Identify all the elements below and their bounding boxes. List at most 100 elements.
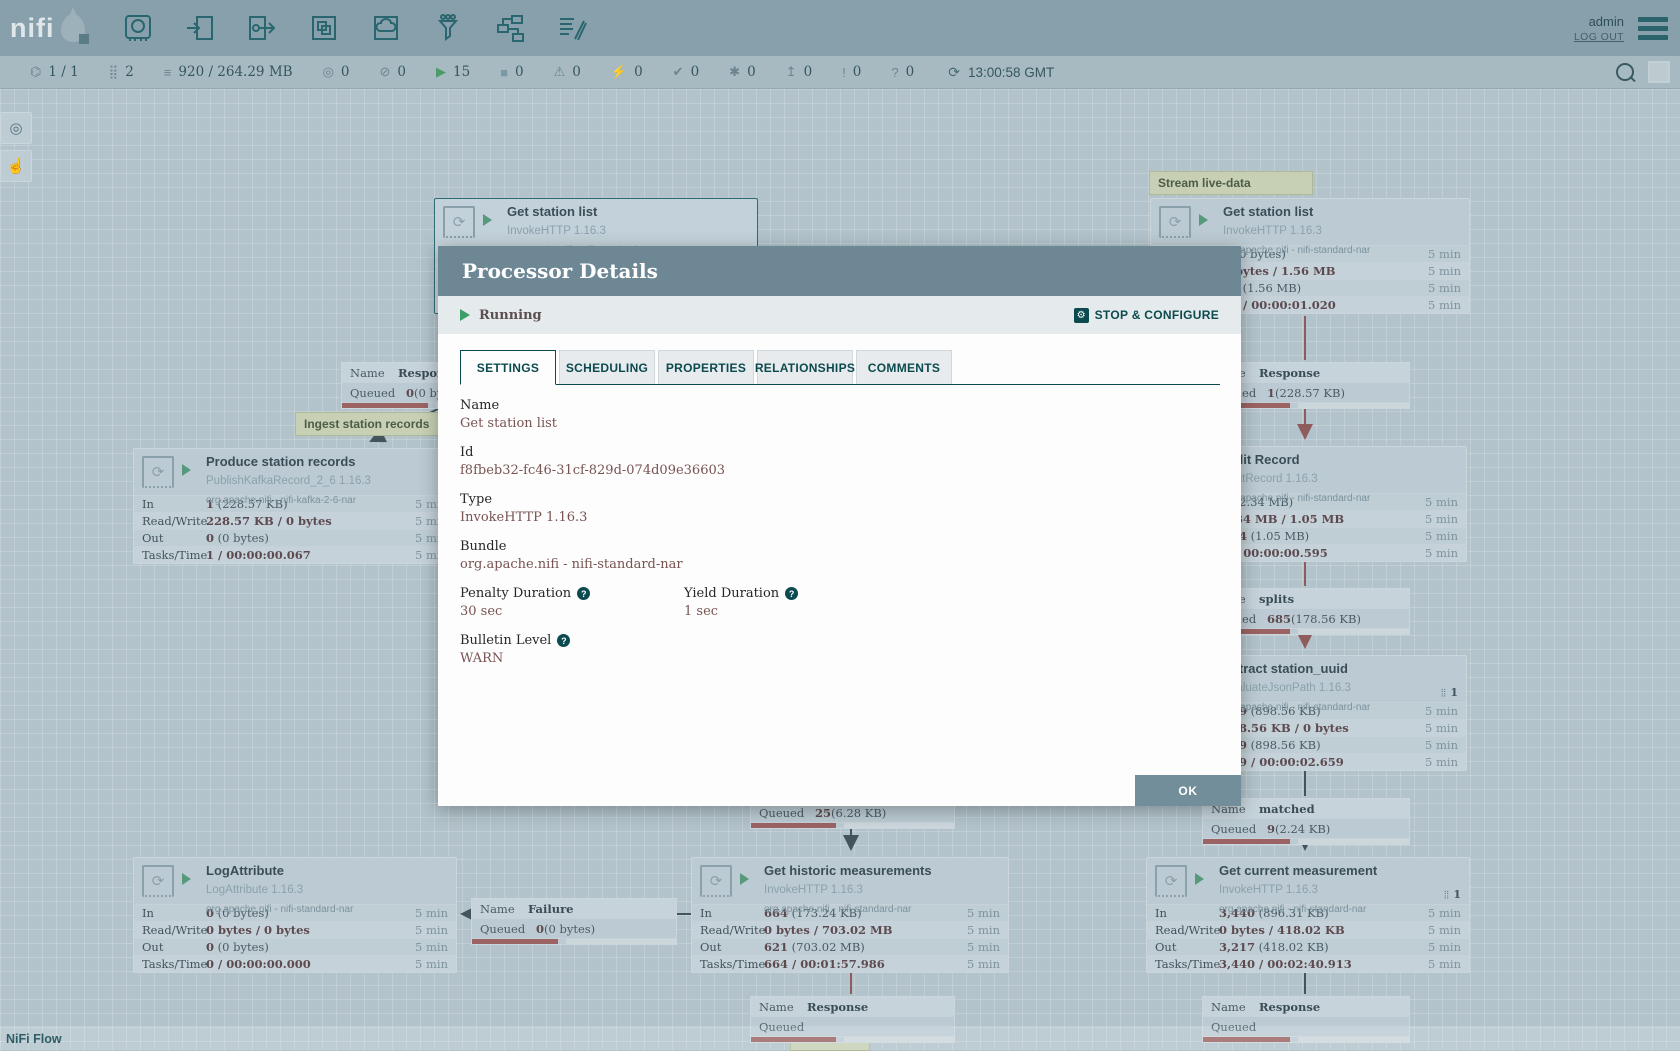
ok-button[interactable]: OK [1135,775,1241,806]
help-icon[interactable]: ? [785,587,798,600]
status-count: 0 [691,64,700,80]
output-port-icon[interactable] [247,13,277,43]
processor-name: Get station list [507,204,597,219]
refresh-status[interactable]: ⟳ 13:00:58 GMT [948,64,1054,81]
status-count: 15 [453,64,470,80]
tab-scheduling[interactable]: SCHEDULING [559,350,655,384]
stat-row-out: Out0 (0 bytes)5 min [134,529,456,546]
processor-bundle: org.apache.nifi - nifi-standard-nar [1219,904,1366,915]
help-icon[interactable]: ? [557,634,570,647]
refresh-icon[interactable]: ⟳ [948,64,960,81]
running-state-icon [740,873,749,885]
field-label: Id [460,445,473,460]
processor-state: Running [479,308,542,323]
status-count: 0 [341,64,350,80]
processor-icon: ⟳ [142,865,174,897]
processor-get-current-measurement[interactable]: ⟳Get current measurementInvokeHTTP 1.16.… [1146,857,1470,973]
locally-modified-stale-icon: ! [842,65,846,80]
field-type: TypeInvokeHTTP 1.16.3 [460,492,1020,525]
running-state-icon [182,873,191,885]
status-count: 920 / 264.29 MB [178,64,292,80]
stat-row-read-write: Read/Write0 bytes / 418.02 KB5 min [1147,921,1469,938]
processor-name: Get historic measurements [764,863,932,878]
dialog-tabs: SETTINGSSCHEDULINGPROPERTIESRELATIONSHIP… [460,350,1220,385]
stat-row-tasks-time: Tasks/Time1 / 00:00:00.0675 min [134,546,456,563]
running-status: ▶15 [436,64,470,80]
up-to-date-icon: ✔ [673,64,684,80]
cluster-node-badge: ⣿1 [1440,686,1458,699]
template-icon[interactable] [495,13,525,43]
queued-status: ≡920 / 264.29 MB [164,64,293,80]
connection-name-row: NameResponse [751,997,954,1017]
processor-bundle: org.apache.nifi - nifi-kafka-2-6-nar [206,495,356,506]
remote-process-group-icon[interactable] [371,13,401,43]
sync-failure-icon: ? [891,65,898,80]
status-count: 0 [804,64,813,80]
processor-produce-station-records[interactable]: ⟳Produce station recordsPublishKafkaReco… [133,448,457,564]
threads-status: ⣿2 [109,64,134,80]
dialog-titlebar: Processor Details [438,246,1241,296]
invalid-status: ⚠0 [554,64,581,80]
field-label: Yield Duration [684,586,779,601]
stat-row-out: Out3,217 (418.02 KB)5 min [1147,938,1469,955]
tab-properties[interactable]: PROPERTIES [658,350,754,384]
processor-type: InvokeHTTP 1.16.3 [507,225,606,237]
stop-and-configure-button[interactable]: ⚙ STOP & CONFIGURE [1074,308,1219,323]
global-menu-icon[interactable] [1638,17,1668,40]
processor-name: LogAttribute [206,863,284,878]
field-value: WARN [460,651,684,666]
status-count: 1 / 1 [48,64,78,80]
stat-row-read-write: Read/Write0 bytes / 0 bytes5 min [134,921,456,938]
cluster-status: ⌬ 1 / 1 [30,64,79,80]
funnel-icon[interactable] [433,13,463,43]
tab-settings[interactable]: SETTINGS [460,350,556,385]
connection-label-failure[interactable]: NameFailureQueued0 (0 bytes) [471,898,677,945]
stale-status: ↥0 [786,64,813,80]
birdseye-toggle-icon[interactable] [1648,61,1670,83]
operate-palette-icon[interactable]: ☝ [0,150,32,182]
breadcrumb[interactable]: NiFi Flow [6,1032,62,1046]
status-count: 0 [572,64,581,80]
processor-icon[interactable] [123,13,153,43]
help-icon[interactable]: ? [577,587,590,600]
running-state-icon [1199,214,1208,226]
connection-queued-row: Queued9 (2.24 KB) [1203,819,1409,839]
connection-name-row: NameFailure [472,899,676,919]
queue-load-bars [751,823,954,828]
tab-relationships[interactable]: RELATIONSHIPS [757,350,853,384]
stop-configure-icon: ⚙ [1074,308,1089,323]
settings-fields: NameGet station listIdf8fbeb32-fc46-31cf… [460,398,1220,680]
processor-name: Get station list [1223,204,1313,219]
navigate-palette-icon[interactable]: ◎ [0,112,32,144]
processor-icon: ⟳ [443,206,475,238]
process-group-icon[interactable] [309,13,339,43]
label-icon[interactable] [557,13,587,43]
canvas-label-stream-live-data[interactable]: Stream live-data [1149,171,1313,195]
processor-type: InvokeHTTP 1.16.3 [1219,884,1318,896]
running-state-icon [182,464,191,476]
field-value: org.apache.nifi - nifi-standard-nar [460,557,1020,572]
dialog-status-row: Running ⚙ STOP & CONFIGURE [438,296,1241,334]
logout-link[interactable]: LOG OUT [1574,31,1624,43]
search-icon[interactable] [1616,63,1634,81]
processor-name: Produce station records [206,454,356,469]
status-count: 0 [906,64,915,80]
field-label: Bundle [460,539,506,554]
field-label: Type [460,492,492,507]
status-count: 2 [125,64,134,80]
sync-failure-status: ?0 [891,64,914,80]
connection-name-row: NameResponse [1203,997,1409,1017]
stale-icon: ↥ [786,64,797,80]
field-yield-duration: Yield Duration?1 sec [684,586,908,619]
up-to-date-status: ✔0 [673,64,700,80]
queue-load-bars [472,939,676,944]
cluster-icon: ⌬ [30,64,41,80]
connection-queued-row: Queued25 (6.28 KB) [751,803,954,823]
stat-row-read-write: Read/Write0 bytes / 703.02 MB5 min [692,921,1008,938]
processor-type: EvaluateJsonPath 1.16.3 [1223,682,1351,694]
processor-get-historic-measurements[interactable]: ⟳Get historic measurementsInvokeHTTP 1.1… [691,857,1009,973]
input-port-icon[interactable] [185,13,215,43]
tab-comments[interactable]: COMMENTS [856,350,952,384]
processor-logattribute[interactable]: ⟳LogAttributeLogAttribute 1.16.3org.apac… [133,857,457,973]
processor-icon: ⟳ [1155,865,1187,897]
